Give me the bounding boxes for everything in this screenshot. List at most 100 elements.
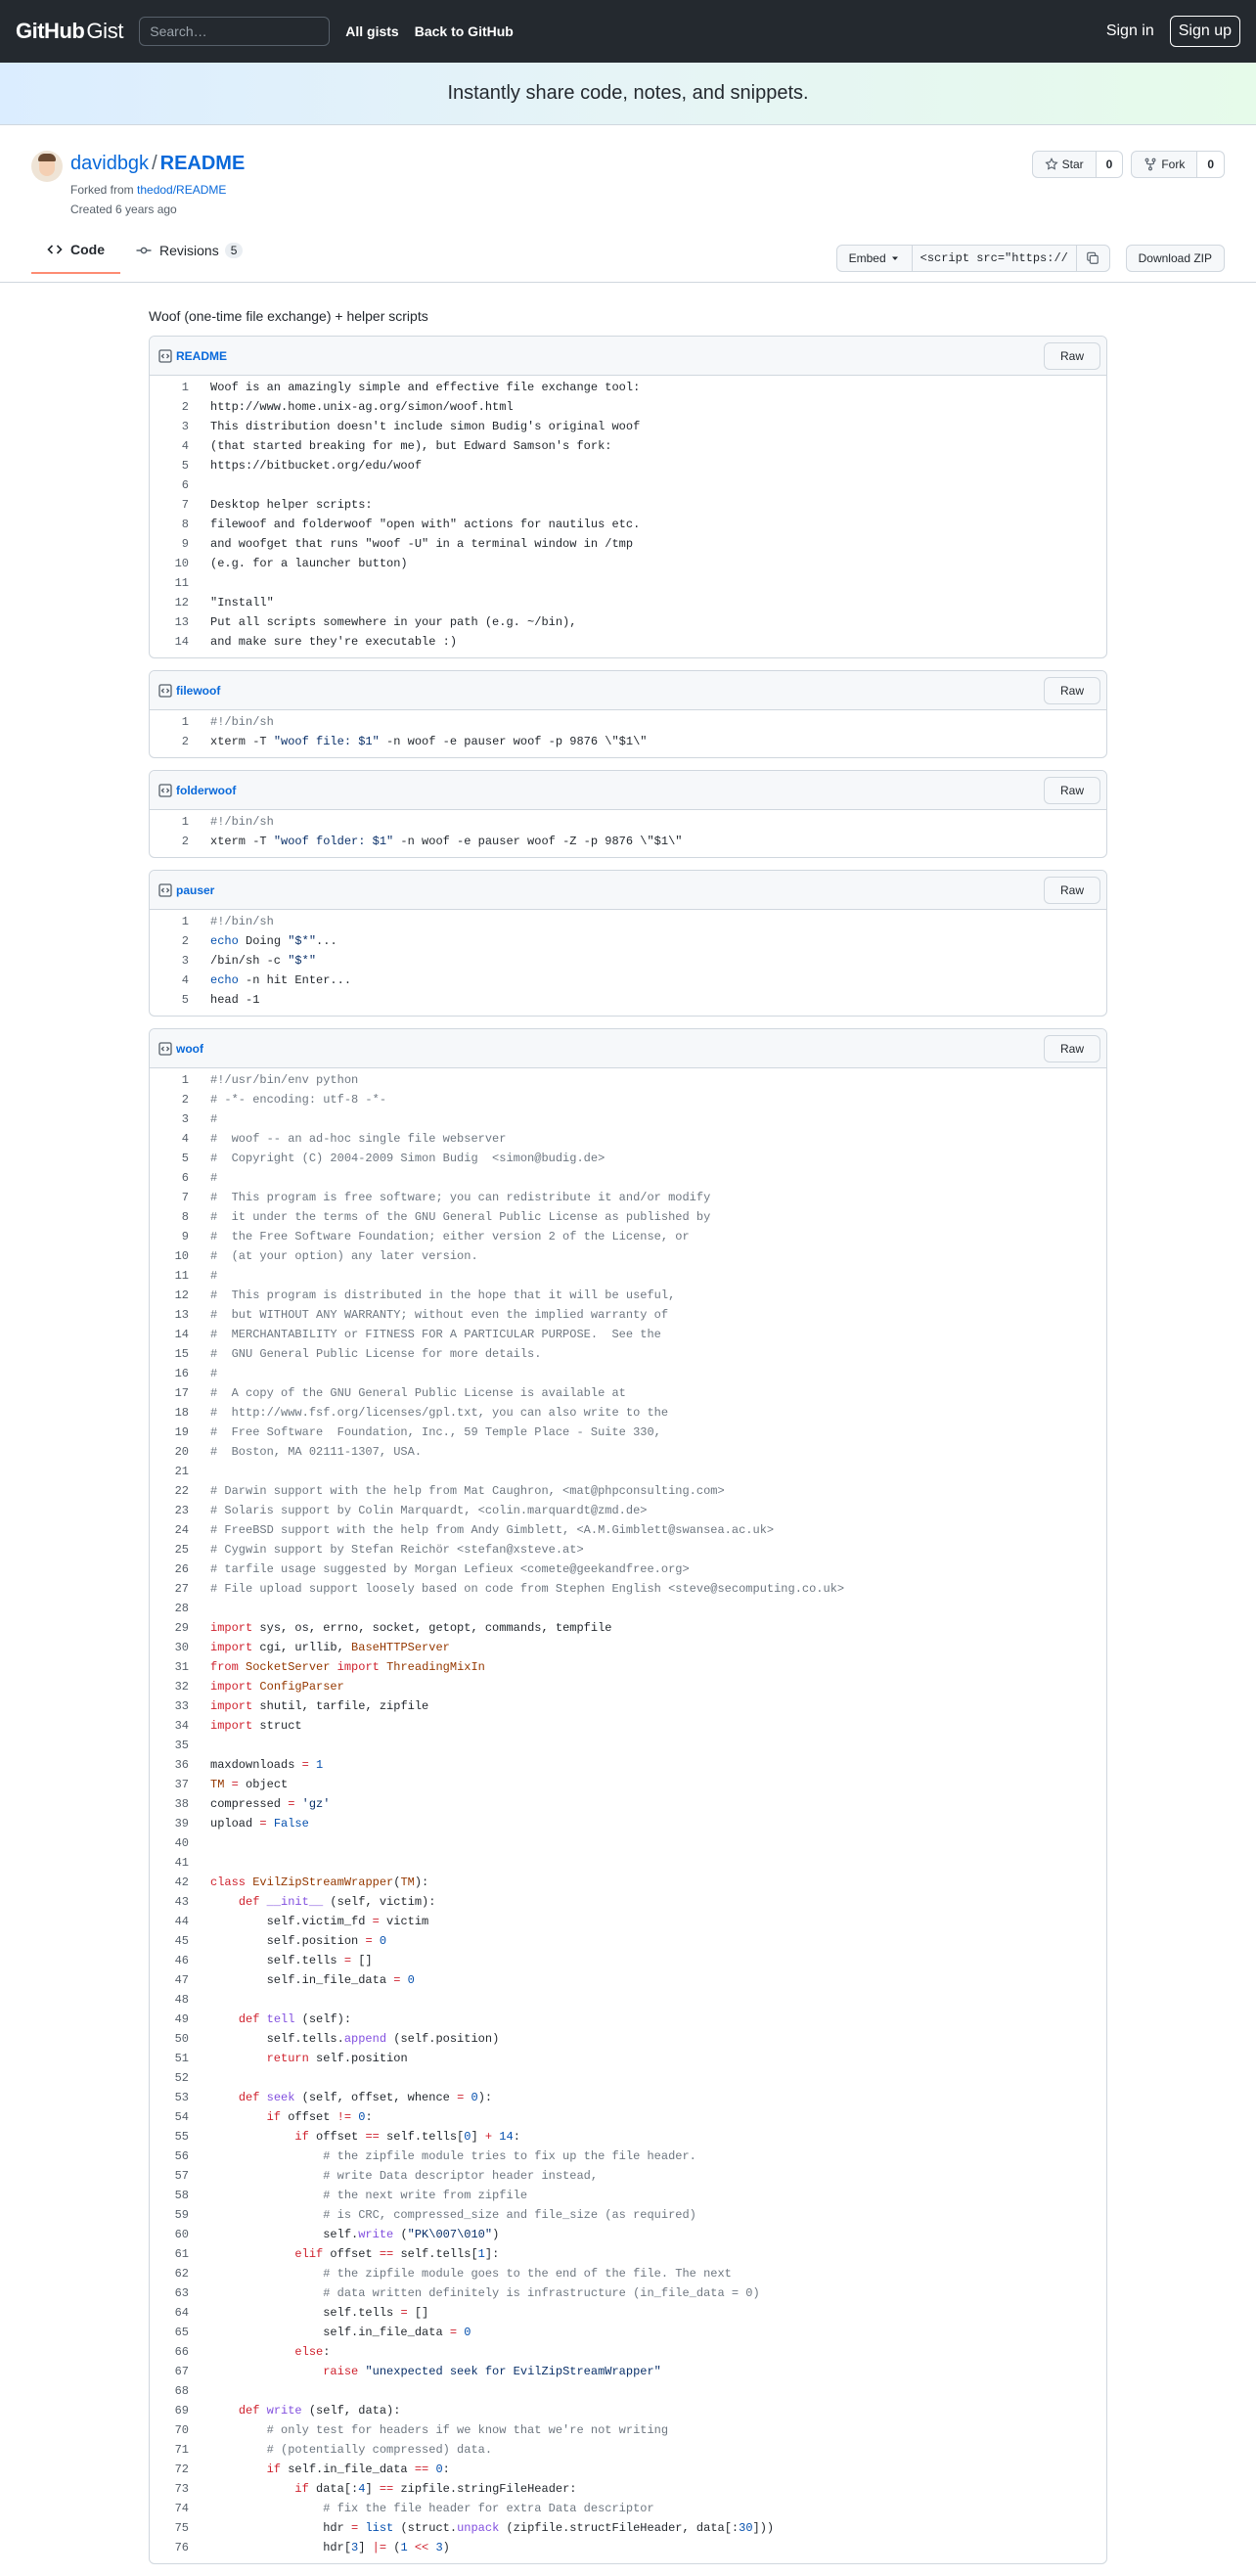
line-number[interactable]: 47 bbox=[150, 1973, 189, 1987]
line-number[interactable]: 38 bbox=[150, 1797, 189, 1811]
line-number[interactable]: 2 bbox=[150, 835, 189, 848]
line-number[interactable]: 57 bbox=[150, 2169, 189, 2183]
line-number[interactable]: 70 bbox=[150, 2423, 189, 2437]
line-number[interactable]: 63 bbox=[150, 2286, 189, 2300]
line-number[interactable]: 27 bbox=[150, 1582, 189, 1596]
line-number[interactable]: 5 bbox=[150, 459, 189, 473]
raw-button[interactable]: Raw bbox=[1043, 776, 1100, 804]
line-number[interactable]: 1 bbox=[150, 715, 189, 729]
line-number[interactable]: 13 bbox=[150, 1308, 189, 1322]
line-number[interactable]: 9 bbox=[150, 537, 189, 551]
embed-url-input[interactable] bbox=[912, 245, 1077, 272]
line-number[interactable]: 1 bbox=[150, 815, 189, 829]
raw-button[interactable]: Raw bbox=[1043, 341, 1100, 370]
line-number[interactable]: 73 bbox=[150, 2482, 189, 2496]
nav-all-gists-link[interactable]: All gists bbox=[345, 23, 398, 39]
line-number[interactable]: 6 bbox=[150, 1171, 189, 1185]
line-number[interactable]: 19 bbox=[150, 1425, 189, 1439]
tab-code[interactable]: Code bbox=[31, 227, 120, 274]
avatar[interactable] bbox=[31, 151, 63, 182]
tab-revisions[interactable]: Revisions 5 bbox=[120, 227, 258, 274]
file-name-link[interactable]: filewoof bbox=[176, 684, 220, 698]
line-number[interactable]: 1 bbox=[150, 381, 189, 394]
line-number[interactable]: 48 bbox=[150, 1993, 189, 2007]
line-number[interactable]: 12 bbox=[150, 1288, 189, 1302]
line-number[interactable]: 76 bbox=[150, 2541, 189, 2554]
line-number[interactable]: 5 bbox=[150, 1152, 189, 1165]
line-number[interactable]: 55 bbox=[150, 2130, 189, 2144]
line-number[interactable]: 69 bbox=[150, 2404, 189, 2418]
line-number[interactable]: 4 bbox=[150, 973, 189, 987]
line-number[interactable]: 13 bbox=[150, 615, 189, 629]
line-number[interactable]: 68 bbox=[150, 2384, 189, 2398]
copy-button[interactable] bbox=[1076, 245, 1110, 272]
embed-dropdown[interactable]: Embed bbox=[835, 245, 913, 272]
file-name-link[interactable]: woof bbox=[176, 1042, 203, 1056]
line-number[interactable]: 37 bbox=[150, 1778, 189, 1791]
line-number[interactable]: 59 bbox=[150, 2208, 189, 2222]
line-number[interactable]: 20 bbox=[150, 1445, 189, 1459]
line-number[interactable]: 2 bbox=[150, 1093, 189, 1107]
line-number[interactable]: 11 bbox=[150, 576, 189, 590]
line-number[interactable]: 72 bbox=[150, 2463, 189, 2476]
search-input[interactable] bbox=[139, 17, 331, 46]
line-number[interactable]: 17 bbox=[150, 1386, 189, 1400]
line-number[interactable]: 53 bbox=[150, 2091, 189, 2104]
line-number[interactable]: 2 bbox=[150, 934, 189, 948]
line-number[interactable]: 56 bbox=[150, 2149, 189, 2163]
line-number[interactable]: 66 bbox=[150, 2345, 189, 2359]
line-number[interactable]: 16 bbox=[150, 1367, 189, 1380]
line-number[interactable]: 5 bbox=[150, 993, 189, 1007]
line-number[interactable]: 21 bbox=[150, 1465, 189, 1478]
file-name-link[interactable]: folderwoof bbox=[176, 784, 236, 797]
line-number[interactable]: 3 bbox=[150, 954, 189, 968]
line-number[interactable]: 3 bbox=[150, 1112, 189, 1126]
nav-back-to-github-link[interactable]: Back to GitHub bbox=[415, 23, 514, 39]
star-button[interactable]: Star bbox=[1031, 151, 1097, 178]
line-number[interactable]: 43 bbox=[150, 1895, 189, 1909]
line-number[interactable]: 46 bbox=[150, 1954, 189, 1967]
line-number[interactable]: 31 bbox=[150, 1660, 189, 1674]
line-number[interactable]: 36 bbox=[150, 1758, 189, 1772]
line-number[interactable]: 4 bbox=[150, 439, 189, 453]
github-gist-logo[interactable]: GitHub Gist bbox=[16, 19, 124, 44]
line-number[interactable]: 50 bbox=[150, 2032, 189, 2046]
line-number[interactable]: 10 bbox=[150, 1249, 189, 1263]
line-number[interactable]: 14 bbox=[150, 1328, 189, 1341]
line-number[interactable]: 2 bbox=[150, 735, 189, 748]
line-number[interactable]: 12 bbox=[150, 596, 189, 610]
owner-link[interactable]: davidbgk bbox=[70, 153, 149, 174]
line-number[interactable]: 54 bbox=[150, 2110, 189, 2124]
line-number[interactable]: 15 bbox=[150, 1347, 189, 1361]
line-number[interactable]: 44 bbox=[150, 1915, 189, 1928]
file-name-link[interactable]: pauser bbox=[176, 883, 214, 897]
line-number[interactable]: 75 bbox=[150, 2521, 189, 2535]
line-number[interactable]: 32 bbox=[150, 1680, 189, 1694]
line-number[interactable]: 45 bbox=[150, 1934, 189, 1948]
line-number[interactable]: 64 bbox=[150, 2306, 189, 2320]
line-number[interactable]: 8 bbox=[150, 518, 189, 531]
line-number[interactable]: 18 bbox=[150, 1406, 189, 1420]
file-name-link[interactable]: README bbox=[176, 349, 227, 363]
line-number[interactable]: 11 bbox=[150, 1269, 189, 1283]
line-number[interactable]: 52 bbox=[150, 2071, 189, 2085]
line-number[interactable]: 3 bbox=[150, 420, 189, 433]
line-number[interactable]: 34 bbox=[150, 1719, 189, 1733]
line-number[interactable]: 26 bbox=[150, 1562, 189, 1576]
line-number[interactable]: 22 bbox=[150, 1484, 189, 1498]
forked-from-link[interactable]: thedod/README bbox=[137, 183, 226, 197]
line-number[interactable]: 9 bbox=[150, 1230, 189, 1243]
line-number[interactable]: 39 bbox=[150, 1817, 189, 1830]
gist-name-link[interactable]: README bbox=[160, 153, 246, 174]
line-number[interactable]: 60 bbox=[150, 2228, 189, 2241]
line-number[interactable]: 29 bbox=[150, 1621, 189, 1635]
line-number[interactable]: 35 bbox=[150, 1739, 189, 1752]
raw-button[interactable]: Raw bbox=[1043, 676, 1100, 704]
line-number[interactable]: 23 bbox=[150, 1504, 189, 1517]
line-number[interactable]: 62 bbox=[150, 2267, 189, 2281]
line-number[interactable]: 14 bbox=[150, 635, 189, 649]
line-number[interactable]: 33 bbox=[150, 1699, 189, 1713]
star-count[interactable]: 0 bbox=[1096, 151, 1124, 178]
line-number[interactable]: 6 bbox=[150, 478, 189, 492]
line-number[interactable]: 7 bbox=[150, 498, 189, 512]
